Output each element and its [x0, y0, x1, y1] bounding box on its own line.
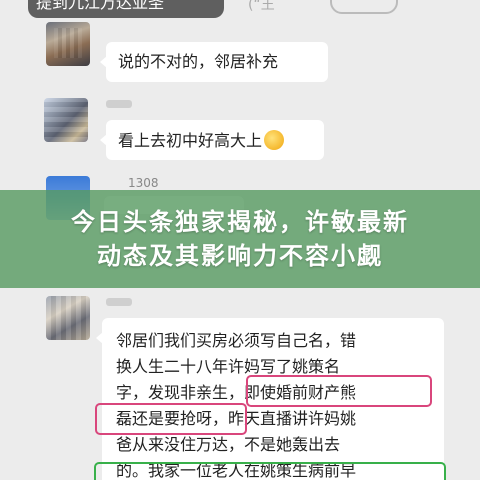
headline-line-1: 今日头条独家揭秘，许敏最新: [71, 208, 409, 236]
message-text: 看上去初中好高大上: [118, 131, 263, 150]
red-highlight-box: [95, 403, 247, 435]
top-pill-outline: [330, 0, 398, 14]
avatar[interactable]: [46, 22, 90, 66]
blurred-username: [106, 298, 132, 306]
grinning-sweat-emoji-icon: [264, 130, 285, 150]
top-caption-label: 提到九江万达亚圣: [28, 0, 224, 18]
message-text: 说的不对的，邻居补充: [118, 52, 279, 71]
avatar[interactable]: [44, 98, 88, 142]
chat-bubble[interactable]: 说的不对的，邻居补充: [100, 42, 328, 82]
green-highlight-box: [94, 462, 446, 480]
chat-bubble[interactable]: 看上去初中好高大上: [100, 120, 324, 160]
red-highlight-box: [246, 375, 432, 407]
avatar[interactable]: [46, 296, 90, 340]
headline-banner: 今日头条独家揭秘，许敏最新 动态及其影响力不容小觑: [0, 190, 480, 288]
username-number: 1308: [128, 176, 159, 190]
top-faint-text: (“王: [248, 0, 275, 13]
message-line: 爸从来没住万达，不是她轰出去: [116, 435, 341, 454]
headline-line-2: 动态及其影响力不容小觑: [97, 242, 383, 270]
screenshot-frame: 提到九江万达亚圣 (“王 说的不对的，邻居补充 看上去初中好高大上 1308 邻…: [0, 0, 480, 480]
message-line: 邻居们我们买房必须写自己名，错: [116, 331, 357, 350]
blurred-username: [106, 100, 132, 108]
